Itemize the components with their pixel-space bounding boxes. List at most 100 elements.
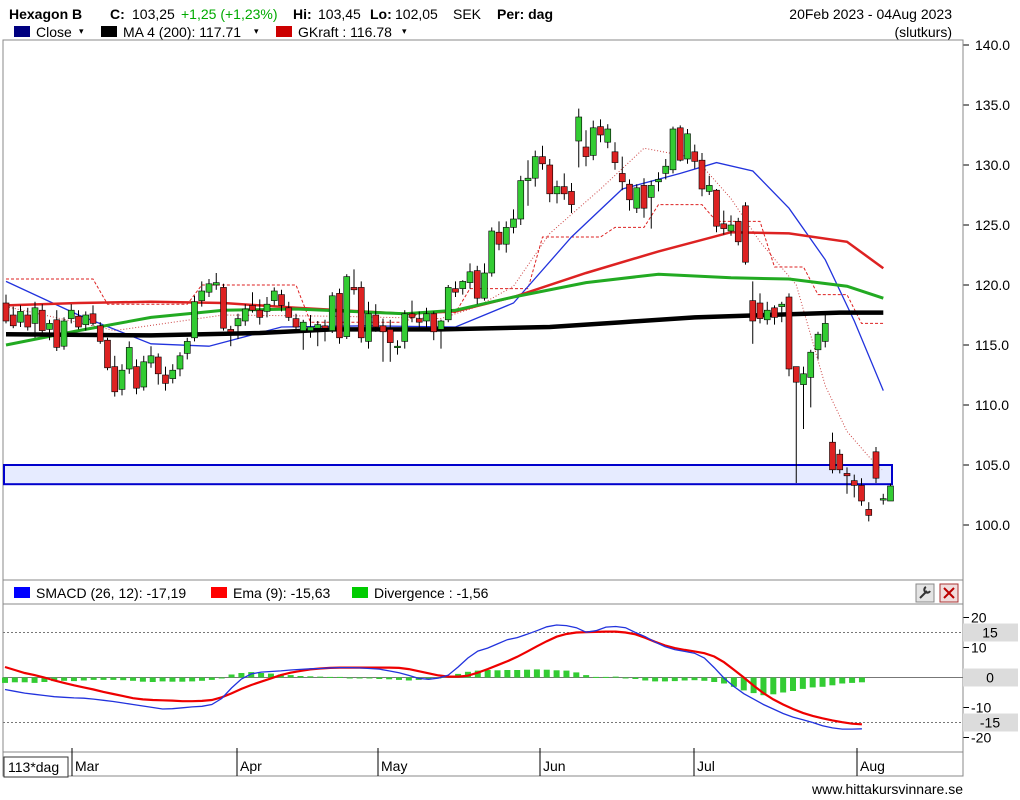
candle-up — [241, 308, 249, 322]
candle-up — [589, 127, 597, 156]
candle-down — [749, 300, 757, 322]
candle-down — [698, 159, 706, 190]
divergence-bar — [691, 677, 698, 681]
candle-up — [662, 165, 670, 174]
candle-up — [67, 309, 75, 319]
candle-up — [198, 290, 206, 301]
candle-up — [887, 485, 894, 502]
candle-up — [169, 369, 177, 379]
divergence-bar — [593, 676, 599, 678]
divergence-bar — [533, 669, 540, 678]
candle-down — [104, 339, 111, 369]
candle-up — [807, 351, 815, 378]
candle-up — [60, 320, 68, 347]
divergence-bar — [770, 677, 777, 695]
candle-down — [829, 441, 836, 471]
candle-up — [118, 369, 126, 390]
candle-up — [604, 128, 612, 143]
candle-up — [481, 272, 488, 299]
price-panel — [2, 39, 964, 581]
legend-gkraft-dropdown-icon[interactable]: ▾ — [402, 26, 407, 36]
divergence-bar — [21, 677, 28, 683]
close-label: C: — [110, 6, 125, 22]
candle-up — [147, 355, 155, 364]
divergence-bar — [218, 677, 225, 679]
month-label: Apr — [240, 758, 262, 774]
divergence-bar — [189, 677, 196, 682]
support-zone-rect — [3, 464, 893, 486]
month-label: Jul — [697, 758, 715, 774]
candle-down — [742, 205, 749, 263]
candle-down — [676, 127, 684, 161]
candle-up — [191, 301, 198, 339]
divergence-bar — [809, 677, 816, 688]
divergence-bar — [849, 677, 856, 683]
candle-down — [568, 191, 575, 205]
candle-down — [785, 296, 793, 370]
candle-up — [763, 309, 771, 321]
candle-down — [473, 270, 481, 299]
candle-up — [502, 227, 510, 245]
divergence-bar — [297, 676, 304, 678]
divergence-bar — [681, 677, 688, 681]
divergence-bar — [11, 677, 18, 683]
candle-up — [125, 347, 133, 370]
divergence-bar — [80, 677, 87, 681]
candle-up — [46, 323, 53, 330]
candle-down — [292, 318, 300, 328]
candle-down — [321, 325, 329, 329]
candle-up — [647, 185, 655, 198]
legend-close-dropdown-icon[interactable]: ▾ — [79, 26, 84, 36]
divergence-bar — [671, 677, 678, 682]
candle-down — [640, 185, 648, 209]
divergence-bar — [661, 677, 668, 682]
divergence-bar — [327, 676, 334, 678]
candle-down — [756, 302, 764, 319]
candle-up — [307, 326, 314, 331]
divergence-bar — [90, 677, 97, 680]
legend-ma-dropdown-icon[interactable]: ▾ — [254, 26, 259, 36]
candle-down — [249, 305, 256, 311]
divergence-bar — [711, 677, 718, 682]
watermark: www.hittakursvinnare.se — [811, 781, 963, 797]
candle-up — [401, 313, 409, 342]
change-value: +1,25 (+1,23%) — [181, 6, 278, 22]
candle-up — [655, 179, 662, 183]
candle-up — [205, 283, 213, 293]
divergence-bar — [543, 669, 550, 678]
candle-up — [633, 187, 641, 209]
candle-up — [459, 281, 467, 289]
candle-up — [17, 311, 24, 323]
candle-down — [597, 126, 604, 136]
divergence-bar — [376, 677, 383, 679]
candle-up — [466, 271, 474, 283]
candle-down — [865, 509, 873, 516]
month-label: Jun — [543, 758, 566, 774]
candle-down — [75, 315, 82, 328]
price-tick-label: 120.0 — [975, 277, 1010, 293]
candle-down — [111, 366, 119, 393]
price-tick-label: 100.0 — [975, 517, 1010, 533]
price-tick-label: 130.0 — [975, 157, 1010, 173]
month-label: May — [381, 758, 407, 774]
legend-close-swatch — [14, 26, 30, 37]
candle-down — [495, 231, 503, 245]
candle-up — [821, 323, 829, 342]
wrench-icon[interactable] — [915, 583, 935, 603]
legend-smacd-swatch — [14, 587, 30, 598]
legend-ema-swatch — [211, 587, 227, 598]
divergence-bar — [573, 672, 580, 678]
candle-up — [140, 361, 148, 388]
divergence-bar — [799, 677, 806, 689]
candle-down — [89, 313, 97, 324]
divergence-bar — [612, 676, 619, 678]
candle-down — [415, 318, 423, 323]
divergence-bar — [228, 674, 235, 678]
candle-down — [350, 287, 358, 291]
divergence-bar — [100, 677, 107, 680]
candle-down — [38, 309, 46, 331]
currency: SEK — [453, 6, 482, 22]
close-icon[interactable] — [939, 583, 959, 603]
divergence-bar — [701, 677, 708, 681]
candle-down — [792, 366, 800, 383]
